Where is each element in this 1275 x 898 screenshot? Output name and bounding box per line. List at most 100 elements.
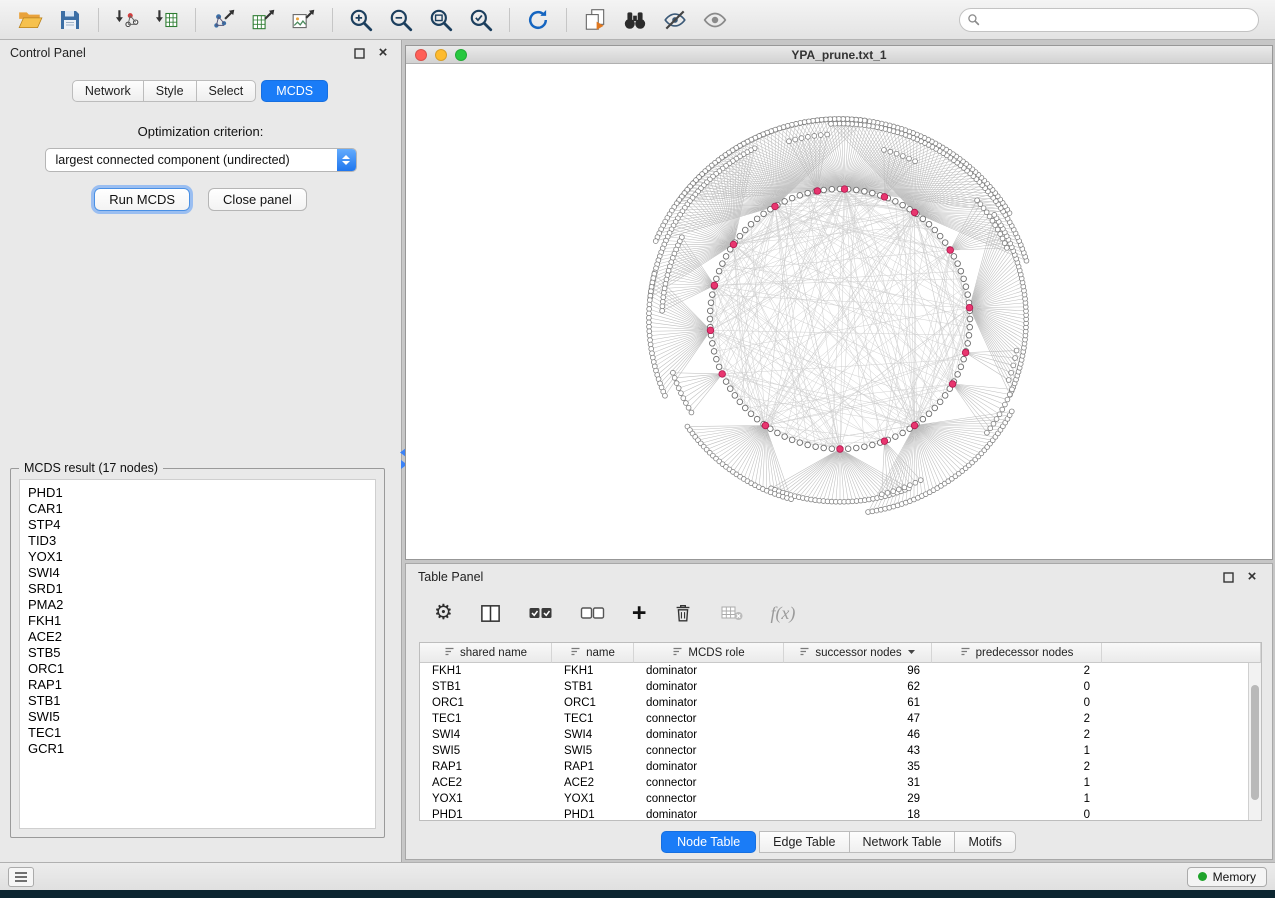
- tab-network-table[interactable]: Network Table: [849, 831, 956, 853]
- table-cell[interactable]: 31: [784, 775, 932, 791]
- mcds-result-item[interactable]: STB5: [28, 645, 375, 661]
- table-cell[interactable]: 18: [784, 807, 932, 821]
- table-cell[interactable]: 2: [932, 663, 1102, 679]
- table-cell[interactable]: SWI4: [420, 727, 552, 743]
- table-cell[interactable]: 0: [932, 679, 1102, 695]
- mcds-result-item[interactable]: YOX1: [28, 549, 375, 565]
- export-network-icon[interactable]: [204, 4, 244, 36]
- mcds-result-item[interactable]: ACE2: [28, 629, 375, 645]
- table-options-gear-icon[interactable]: ⚙: [434, 603, 453, 623]
- memory-button[interactable]: Memory: [1187, 867, 1267, 887]
- import-network-icon[interactable]: [107, 4, 147, 36]
- table-cell[interactable]: 35: [784, 759, 932, 775]
- delete-row-trash-icon[interactable]: [672, 602, 694, 624]
- run-mcds-button[interactable]: Run MCDS: [94, 188, 190, 211]
- table-cell[interactable]: 29: [784, 791, 932, 807]
- copy-network-icon[interactable]: [575, 4, 615, 36]
- table-cell[interactable]: 0: [932, 807, 1102, 821]
- table-cell[interactable]: dominator: [634, 727, 784, 743]
- table-cell[interactable]: connector: [634, 791, 784, 807]
- tab-edge-table[interactable]: Edge Table: [759, 831, 849, 853]
- table-row[interactable]: SWI5SWI5connector431: [420, 743, 1261, 759]
- table-row[interactable]: FKH1FKH1dominator962: [420, 663, 1261, 679]
- mcds-result-item[interactable]: PMA2: [28, 597, 375, 613]
- table-cell[interactable]: 43: [784, 743, 932, 759]
- column-header[interactable]: predecessor nodes: [932, 643, 1102, 663]
- mcds-result-item[interactable]: FKH1: [28, 613, 375, 629]
- mcds-result-item[interactable]: GCR1: [28, 741, 375, 757]
- table-cell[interactable]: 1: [932, 791, 1102, 807]
- table-cell[interactable]: 47: [784, 711, 932, 727]
- zoom-out-icon[interactable]: [381, 4, 421, 36]
- table-cell[interactable]: ORC1: [420, 695, 552, 711]
- table-row[interactable]: ORC1ORC1dominator610: [420, 695, 1261, 711]
- mcds-result-item[interactable]: ORC1: [28, 661, 375, 677]
- criterion-dropdown[interactable]: largest connected component (undirected): [45, 148, 357, 172]
- mcds-result-item[interactable]: TEC1: [28, 725, 375, 741]
- close-panel-button[interactable]: Close panel: [208, 188, 307, 211]
- column-header[interactable]: successor nodes: [784, 643, 932, 663]
- table-row[interactable]: SWI4SWI4dominator462: [420, 727, 1261, 743]
- table-cell[interactable]: SWI5: [420, 743, 552, 759]
- table-cell[interactable]: PHD1: [420, 807, 552, 821]
- mcds-result-item[interactable]: PHD1: [28, 485, 375, 501]
- table-cell[interactable]: STB1: [420, 679, 552, 695]
- tab-node-table[interactable]: Node Table: [661, 831, 756, 853]
- table-cell[interactable]: SWI5: [552, 743, 634, 759]
- chevron-down-icon[interactable]: [907, 647, 916, 659]
- table-cell[interactable]: PHD1: [552, 807, 634, 821]
- column-header[interactable]: name: [552, 643, 634, 663]
- column-header[interactable]: shared name: [420, 643, 552, 663]
- table-cell[interactable]: RAP1: [420, 759, 552, 775]
- table-cell[interactable]: dominator: [634, 759, 784, 775]
- zoom-selected-icon[interactable]: [461, 4, 501, 36]
- export-image-icon[interactable]: [284, 4, 324, 36]
- table-cell[interactable]: ORC1: [552, 695, 634, 711]
- table-cell[interactable]: STB1: [552, 679, 634, 695]
- tab-network[interactable]: Network: [72, 80, 144, 102]
- search-network-binoculars-icon[interactable]: [615, 4, 655, 36]
- table-cell[interactable]: YOX1: [420, 791, 552, 807]
- scrollbar-thumb[interactable]: [1251, 685, 1259, 800]
- table-cell[interactable]: dominator: [634, 695, 784, 711]
- save-icon[interactable]: [50, 4, 90, 36]
- open-folder-icon[interactable]: [10, 4, 50, 36]
- table-cell[interactable]: 2: [932, 711, 1102, 727]
- network-title-bar[interactable]: YPA_prune.txt_1: [406, 46, 1272, 64]
- table-cell[interactable]: 2: [932, 759, 1102, 775]
- search-input[interactable]: [959, 8, 1259, 32]
- add-row-icon[interactable]: +: [632, 603, 647, 623]
- table-cell[interactable]: 0: [932, 695, 1102, 711]
- import-table-icon[interactable]: [147, 4, 187, 36]
- table-cell[interactable]: connector: [634, 711, 784, 727]
- export-table-icon[interactable]: [244, 4, 284, 36]
- table-cell[interactable]: connector: [634, 743, 784, 759]
- table-cell[interactable]: 46: [784, 727, 932, 743]
- table-cell[interactable]: TEC1: [420, 711, 552, 727]
- mcds-result-item[interactable]: TID3: [28, 533, 375, 549]
- task-list-icon[interactable]: [8, 867, 34, 887]
- deselect-all-icon[interactable]: [580, 602, 606, 624]
- table-cell[interactable]: FKH1: [552, 663, 634, 679]
- table-cell[interactable]: 1: [932, 743, 1102, 759]
- close-table-panel-icon[interactable]: ×: [1244, 569, 1260, 585]
- show-columns-icon[interactable]: [479, 602, 502, 625]
- table-cell[interactable]: 1: [932, 775, 1102, 791]
- table-cell[interactable]: dominator: [634, 679, 784, 695]
- table-cell[interactable]: connector: [634, 775, 784, 791]
- table-cell[interactable]: ACE2: [552, 775, 634, 791]
- float-panel-icon[interactable]: [351, 45, 367, 61]
- eye-icon[interactable]: [695, 4, 735, 36]
- mcds-result-item[interactable]: SWI5: [28, 709, 375, 725]
- tab-style[interactable]: Style: [143, 80, 197, 102]
- table-cell[interactable]: 62: [784, 679, 932, 695]
- table-cell[interactable]: 61: [784, 695, 932, 711]
- refresh-icon[interactable]: [518, 4, 558, 36]
- table-row[interactable]: ACE2ACE2connector311: [420, 775, 1261, 791]
- close-panel-icon[interactable]: ×: [375, 45, 391, 61]
- table-row[interactable]: TEC1TEC1connector472: [420, 711, 1261, 727]
- table-cell[interactable]: FKH1: [420, 663, 552, 679]
- tab-mcds[interactable]: MCDS: [261, 80, 328, 102]
- mcds-result-list[interactable]: PHD1CAR1STP4TID3YOX1SWI4SRD1PMA2FKH1ACE2…: [19, 479, 376, 829]
- select-all-icon[interactable]: [528, 602, 554, 624]
